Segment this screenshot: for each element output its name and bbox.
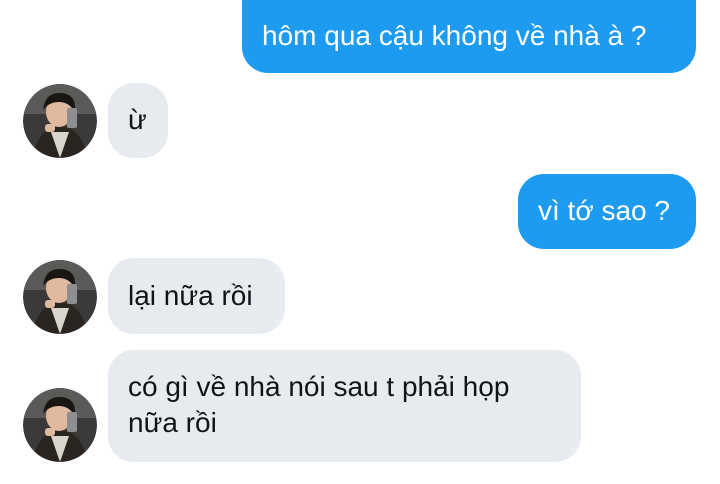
message-text: lại nữa rồi <box>128 280 253 311</box>
contact-avatar[interactable] <box>23 84 97 158</box>
avatar-photo-icon <box>23 388 97 462</box>
message-text: hôm qua cậu không về nhà à ? <box>262 20 647 51</box>
message-text: ừ <box>128 104 147 135</box>
avatar-photo-icon <box>23 84 97 158</box>
outgoing-message-bubble[interactable]: vì tớ sao ? <box>518 174 696 249</box>
incoming-message-bubble[interactable]: lại nữa rồi <box>108 258 285 334</box>
incoming-message-bubble[interactable]: có gì về nhà nói sau t phải họp nữa rồi <box>108 350 581 462</box>
contact-avatar[interactable] <box>23 388 97 462</box>
outgoing-message-bubble[interactable]: hôm qua cậu không về nhà à ? <box>242 0 696 73</box>
message-text-line: có gì về nhà nói sau t phải họp <box>128 371 510 402</box>
incoming-message-bubble[interactable]: ừ <box>108 83 168 158</box>
message-text-line: nữa rồi <box>128 407 217 438</box>
conversation-thread: hôm qua cậu không về nhà à ? ừ vì tớ sao… <box>0 0 720 484</box>
contact-avatar[interactable] <box>23 260 97 334</box>
avatar-photo-icon <box>23 260 97 334</box>
message-text: vì tớ sao ? <box>538 195 670 226</box>
